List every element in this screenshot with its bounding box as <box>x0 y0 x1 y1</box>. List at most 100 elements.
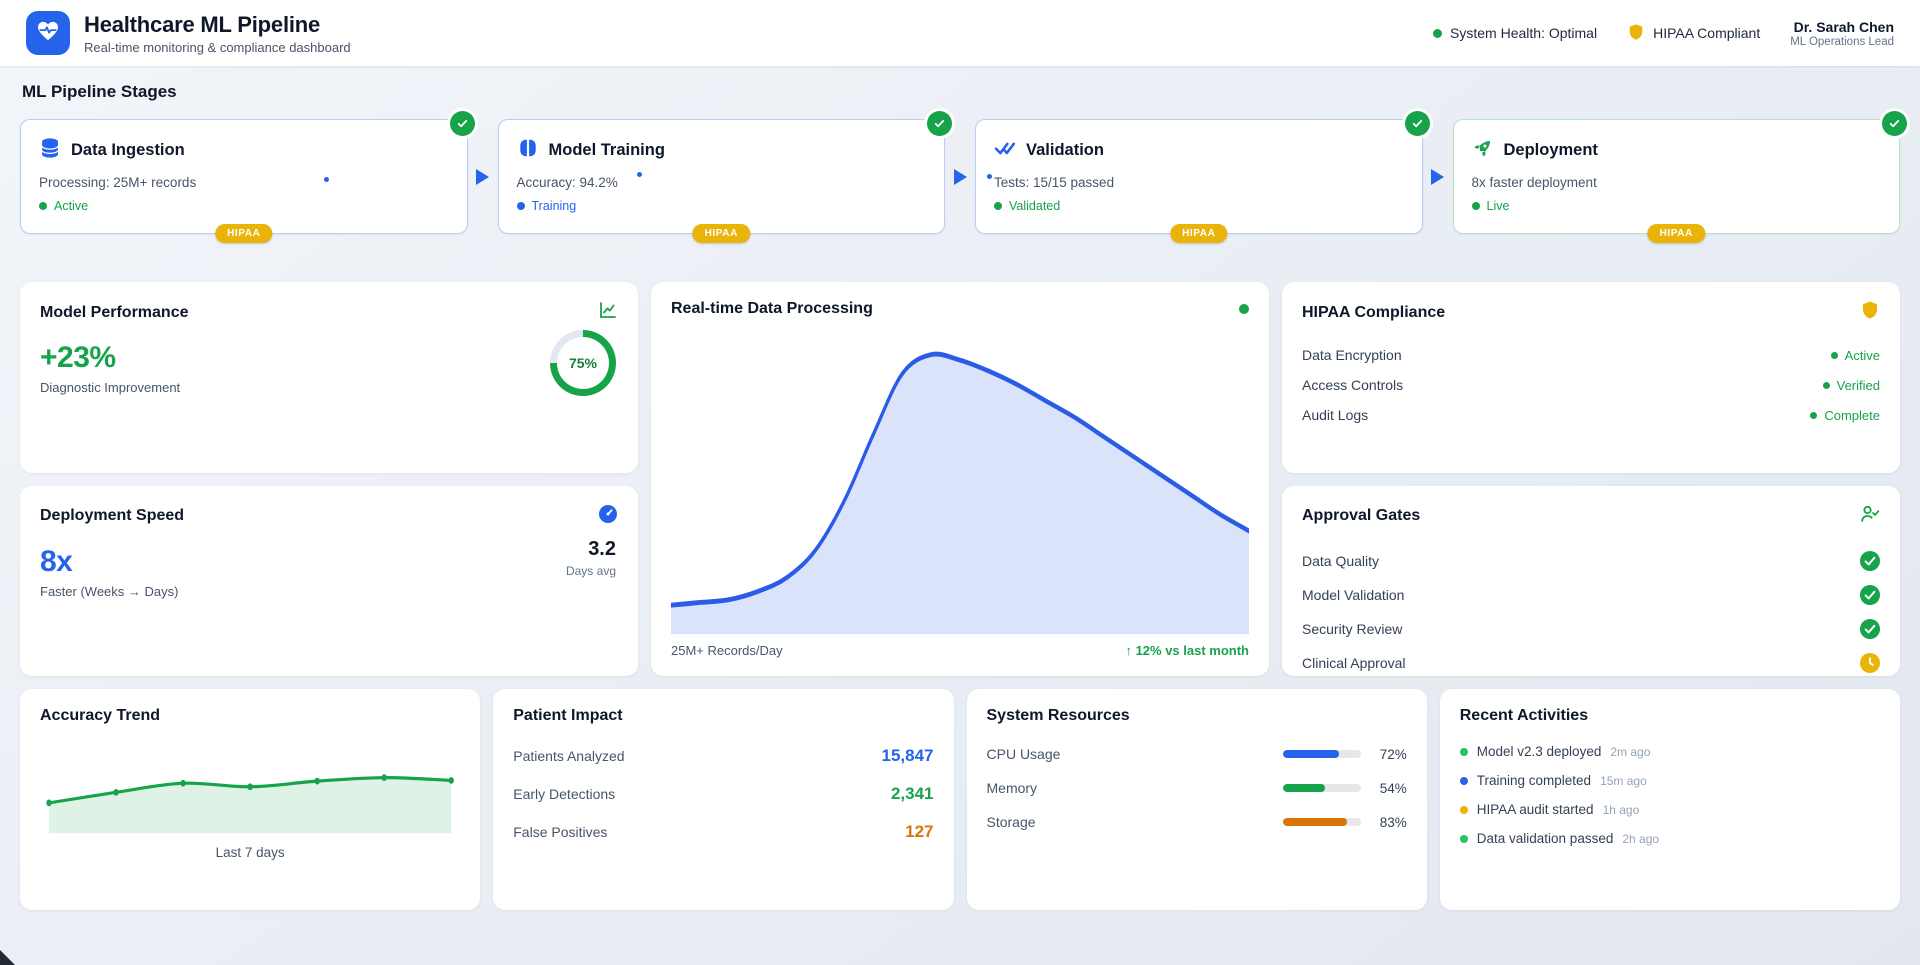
stage-card-deployment[interactable]: Deployment 8x faster deployment Live HIP… <box>1453 119 1901 234</box>
stage-detail: Tests: 15/15 passed <box>994 175 1404 190</box>
corner-artifact <box>0 950 15 965</box>
shield-icon <box>1627 23 1645 44</box>
chart-caption: Last 7 days <box>40 845 460 860</box>
stage-detail: Processing: 25M+ records <box>39 175 449 190</box>
flow-arrow-icon <box>468 119 498 234</box>
heart-pulse-icon <box>35 18 61 49</box>
approval-row: Data Quality <box>1302 544 1880 578</box>
live-status-dot <box>1239 304 1249 314</box>
status-dot <box>1810 412 1817 419</box>
deployment-speed-card: Deployment Speed 8x Faster (Weeks → Days… <box>20 486 638 677</box>
system-health-label: System Health: Optimal <box>1450 25 1597 41</box>
activity-row: Training completed 15m ago <box>1460 766 1880 795</box>
status-dot <box>39 202 47 210</box>
data-flow-dot <box>637 172 642 177</box>
card-title: Approval Gates <box>1302 507 1420 525</box>
progress-bar <box>1283 750 1361 758</box>
user-info[interactable]: Dr. Sarah Chen ML Operations Lead <box>1790 19 1894 48</box>
status-dot <box>1472 202 1480 210</box>
shield-icon <box>1860 300 1880 325</box>
status-dot <box>517 202 525 210</box>
speed-value: 8x <box>40 545 618 579</box>
hipaa-compliant-label: HIPAA Compliant <box>1653 25 1760 41</box>
system-resources-card: System Resources CPU Usage 72% Memory 54… <box>967 689 1427 910</box>
app-logo <box>26 11 70 55</box>
stage-status: Validated <box>994 199 1404 213</box>
health-status-dot <box>1433 29 1442 38</box>
system-health-status: System Health: Optimal <box>1433 25 1597 41</box>
card-title: HIPAA Compliance <box>1302 304 1445 322</box>
user-name: Dr. Sarah Chen <box>1790 19 1894 35</box>
stage-title: Model Training <box>549 141 665 160</box>
check-circle-icon <box>1882 111 1907 136</box>
activity-row: Data validation passed 2h ago <box>1460 824 1880 853</box>
approval-row: Model Validation <box>1302 578 1880 612</box>
page-subtitle: Real-time monitoring & compliance dashbo… <box>84 40 351 55</box>
page-title: Healthcare ML Pipeline <box>84 12 351 38</box>
status-dot <box>994 202 1002 210</box>
progress-ring: 75% <box>550 330 616 396</box>
stage-detail: 8x faster deployment <box>1472 175 1882 190</box>
card-title: Accuracy Trend <box>40 707 160 724</box>
activity-dot <box>1460 748 1468 756</box>
flow-arrow-icon <box>945 119 975 234</box>
status-dot <box>1823 382 1830 389</box>
check-circle-icon <box>1860 551 1880 571</box>
progress-ring-label: 75% <box>557 337 609 389</box>
recent-activities-card: Recent Activities Model v2.3 deployed 2m… <box>1440 689 1900 910</box>
app-header: Healthcare ML Pipeline Real-time monitor… <box>0 0 1920 66</box>
gauge-icon <box>598 504 618 529</box>
resource-row: Storage 83% <box>987 805 1407 839</box>
accuracy-trend-card: Accuracy Trend Last 7 days <box>20 689 480 910</box>
hipaa-compliance-chip: HIPAA Compliant <box>1627 23 1760 44</box>
stage-card-validation[interactable]: Validation Tests: 15/15 passed Validated… <box>975 119 1423 234</box>
user-check-icon <box>1860 504 1880 529</box>
resource-row: CPU Usage 72% <box>987 737 1407 771</box>
hipaa-compliance-card: HIPAA Compliance Data Encryption Active … <box>1282 282 1900 473</box>
check-circle-icon <box>1405 111 1430 136</box>
compliance-row: Access Controls Verified <box>1302 370 1880 400</box>
card-title: Patient Impact <box>513 707 622 724</box>
card-title: Deployment Speed <box>40 507 184 525</box>
speed-label: Faster (Weeks → Days) <box>40 584 618 599</box>
impact-row: False Positives 127 <box>513 813 933 851</box>
line-chart-icon <box>598 300 618 325</box>
stage-title: Data Ingestion <box>71 141 185 160</box>
status-dot <box>1831 352 1838 359</box>
card-title: System Resources <box>987 707 1130 724</box>
stage-card-model-training[interactable]: Model Training Accuracy: 94.2% Training … <box>498 119 946 234</box>
approval-gates-card: Approval Gates Data Quality <box>1282 486 1900 677</box>
vs-last-month-label: ↑ 12% vs last month <box>1125 643 1249 658</box>
hipaa-badge: HIPAA <box>1648 224 1705 243</box>
stage-detail: Accuracy: 94.2% <box>517 175 927 190</box>
performance-label: Diagnostic Improvement <box>40 380 618 395</box>
dashboard-main: ML Pipeline Stages Data Ingestion Proces… <box>0 66 1920 910</box>
progress-bar <box>1283 784 1361 792</box>
realtime-processing-card: Real-time Data Processing 25M+ Records/D… <box>651 282 1269 676</box>
data-flow-dot <box>324 177 329 182</box>
clock-icon <box>1860 653 1880 673</box>
check-circle-icon <box>450 111 475 136</box>
impact-row: Early Detections 2,341 <box>513 775 933 813</box>
hipaa-badge: HIPAA <box>693 224 750 243</box>
flow-arrow-icon <box>1423 119 1453 234</box>
hipaa-badge: HIPAA <box>215 224 272 243</box>
double-check-icon <box>994 137 1016 164</box>
performance-value: +23% <box>40 341 618 375</box>
activity-dot <box>1460 777 1468 785</box>
days-avg-metric: 3.2 Days avg <box>566 538 616 578</box>
stage-status: Training <box>517 199 927 213</box>
progress-bar <box>1283 818 1361 826</box>
card-title: Real-time Data Processing <box>671 300 873 318</box>
brain-icon <box>517 137 539 164</box>
resource-row: Memory 54% <box>987 771 1407 805</box>
rocket-icon <box>1472 137 1494 164</box>
patient-impact-card: Patient Impact Patients Analyzed 15,847 … <box>493 689 953 910</box>
check-circle-icon <box>1860 585 1880 605</box>
compliance-row: Data Encryption Active <box>1302 340 1880 370</box>
stage-card-data-ingestion[interactable]: Data Ingestion Processing: 25M+ records … <box>20 119 468 234</box>
activity-dot <box>1460 835 1468 843</box>
records-per-day-label: 25M+ Records/Day <box>671 643 783 658</box>
section-title-pipeline-stages: ML Pipeline Stages <box>22 82 1900 102</box>
check-circle-icon <box>1860 619 1880 639</box>
